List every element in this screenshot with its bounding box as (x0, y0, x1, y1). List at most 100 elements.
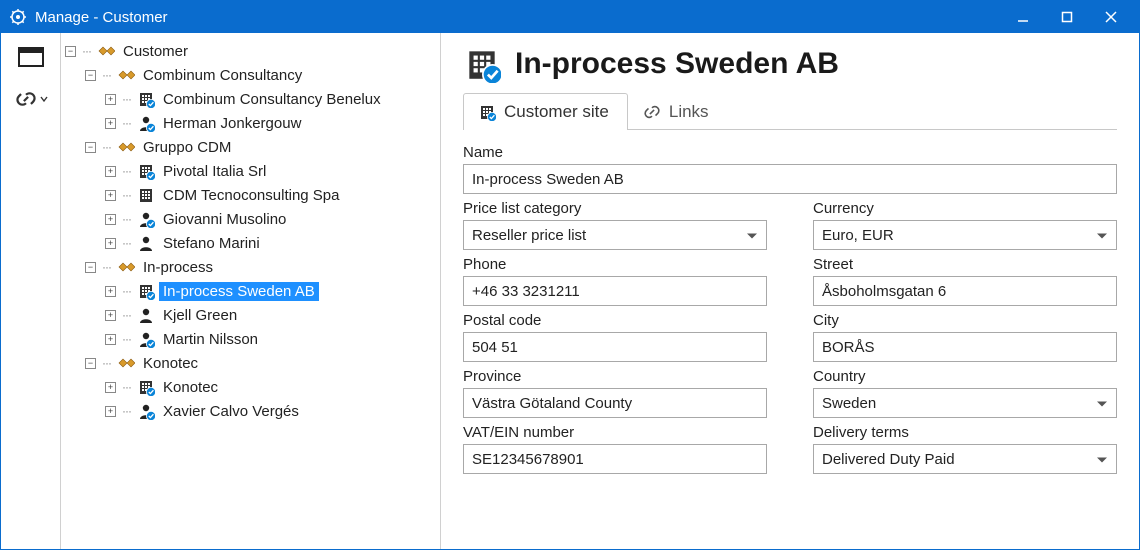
window-title: Manage - Customer (35, 9, 168, 26)
building-check-icon (137, 90, 155, 108)
building-check-icon (137, 378, 155, 396)
label-postal: Postal code (463, 312, 767, 329)
collapse-icon[interactable]: − (85, 358, 96, 369)
tool-link-icon[interactable] (13, 85, 49, 113)
input-street[interactable] (813, 276, 1117, 306)
label-price-list: Price list category (463, 200, 767, 217)
tab-links[interactable]: Links (628, 93, 728, 130)
tree-label: Konotec (159, 378, 222, 397)
person-check-icon (137, 330, 155, 348)
label-currency: Currency (813, 200, 1117, 217)
expand-icon[interactable]: + (105, 238, 116, 249)
label-phone: Phone (463, 256, 767, 273)
tree-label: Customer (119, 42, 192, 61)
expand-icon[interactable]: + (105, 214, 116, 225)
tree-root-customer[interactable]: − ··· Customer (65, 39, 436, 63)
tree-item-pivotal-italia[interactable]: +··· Pivotal Italia Srl (105, 159, 436, 183)
app-gear-icon (9, 8, 27, 26)
tree-item-combinum-benelux[interactable]: +··· Combinum Consultancy Benelux (105, 87, 436, 111)
select-country[interactable] (813, 388, 1117, 418)
input-vat[interactable] (463, 444, 767, 474)
collapse-icon[interactable]: − (85, 70, 96, 81)
input-city[interactable] (813, 332, 1117, 362)
tab-bar: Customer site Links (463, 93, 1117, 130)
building-check-icon (463, 45, 501, 83)
expand-icon[interactable]: + (105, 286, 116, 297)
minimize-button[interactable] (1001, 2, 1045, 32)
tree-item-gruppo-cdm[interactable]: −··· Gruppo CDM (85, 135, 436, 159)
select-delivery[interactable] (813, 444, 1117, 474)
expand-icon[interactable]: + (105, 118, 116, 129)
tree-item-konotec[interactable]: −··· Konotec (85, 351, 436, 375)
tree-label: Martin Nilsson (159, 330, 262, 349)
tree-item-cdm-tecno[interactable]: +··· CDM Tecnoconsulting Spa (105, 183, 436, 207)
tab-customer-site[interactable]: Customer site (463, 93, 628, 130)
tree-label: In-process (139, 258, 217, 277)
tree-item-combinum[interactable]: − ··· Combinum Consultancy (85, 63, 436, 87)
tree-label: Gruppo CDM (139, 138, 235, 157)
expand-icon[interactable]: + (105, 382, 116, 393)
tree-label: Konotec (139, 354, 202, 373)
tree-item-inprocess[interactable]: −··· In-process (85, 255, 436, 279)
tree-label: CDM Tecnoconsulting Spa (159, 186, 343, 205)
tree-label: Giovanni Musolino (159, 210, 290, 229)
label-country: Country (813, 368, 1117, 385)
building-check-icon (137, 162, 155, 180)
tree-item-kjell-green[interactable]: +··· Kjell Green (105, 303, 436, 327)
handshake-icon (117, 258, 135, 276)
input-province[interactable] (463, 388, 767, 418)
maximize-button[interactable] (1045, 2, 1089, 32)
collapse-icon[interactable]: − (65, 46, 76, 57)
handshake-icon (97, 42, 115, 60)
person-check-icon (137, 402, 155, 420)
input-postal[interactable] (463, 332, 767, 362)
expand-icon[interactable]: + (105, 190, 116, 201)
label-name: Name (463, 144, 1117, 161)
input-phone[interactable] (463, 276, 767, 306)
title-bar: Manage - Customer (1, 1, 1139, 33)
collapse-icon[interactable]: − (85, 142, 96, 153)
tree-label: Combinum Consultancy Benelux (159, 90, 385, 109)
detail-title: In-process Sweden AB (515, 47, 839, 81)
tree-item-xavier[interactable]: +··· Xavier Calvo Vergés (105, 399, 436, 423)
collapse-icon[interactable]: − (85, 262, 96, 273)
label-province: Province (463, 368, 767, 385)
tree-label: Herman Jonkergouw (159, 114, 305, 133)
expand-icon[interactable]: + (105, 94, 116, 105)
tree-item-martin-nilsson[interactable]: +··· Martin Nilsson (105, 327, 436, 351)
label-delivery: Delivery terms (813, 424, 1117, 441)
label-vat: VAT/EIN number (463, 424, 767, 441)
handshake-icon (117, 354, 135, 372)
tab-label: Customer site (504, 102, 609, 122)
tab-label: Links (669, 102, 709, 122)
handshake-icon (117, 138, 135, 156)
person-icon (137, 306, 155, 324)
left-toolbar (1, 33, 61, 549)
person-icon (137, 234, 155, 252)
handshake-icon (117, 66, 135, 84)
label-city: City (813, 312, 1117, 329)
expand-icon[interactable]: + (105, 310, 116, 321)
expand-icon[interactable]: + (105, 406, 116, 417)
person-check-icon (137, 210, 155, 228)
building-check-icon (478, 103, 496, 121)
tree-label: Combinum Consultancy (139, 66, 306, 85)
select-price-list[interactable] (463, 220, 767, 250)
tree-item-marini[interactable]: +··· Stefano Marini (105, 231, 436, 255)
tree-label: In-process Sweden AB (159, 282, 319, 301)
tree-item-konotec-site[interactable]: +··· Konotec (105, 375, 436, 399)
building-check-icon (137, 282, 155, 300)
select-currency[interactable] (813, 220, 1117, 250)
input-name[interactable] (463, 164, 1117, 194)
tool-window-icon[interactable] (13, 43, 49, 71)
close-button[interactable] (1089, 2, 1133, 32)
tree-item-inprocess-sweden[interactable]: +··· In-process Sweden AB (105, 279, 436, 303)
tree-label: Xavier Calvo Vergés (159, 402, 303, 421)
tree-item-herman[interactable]: +··· Herman Jonkergouw (105, 111, 436, 135)
expand-icon[interactable]: + (105, 334, 116, 345)
tree-label: Stefano Marini (159, 234, 264, 253)
detail-panel: In-process Sweden AB Customer site Links… (441, 33, 1139, 549)
tree-item-musolino[interactable]: +··· Giovanni Musolino (105, 207, 436, 231)
expand-icon[interactable]: + (105, 166, 116, 177)
tree-label: Pivotal Italia Srl (159, 162, 270, 181)
